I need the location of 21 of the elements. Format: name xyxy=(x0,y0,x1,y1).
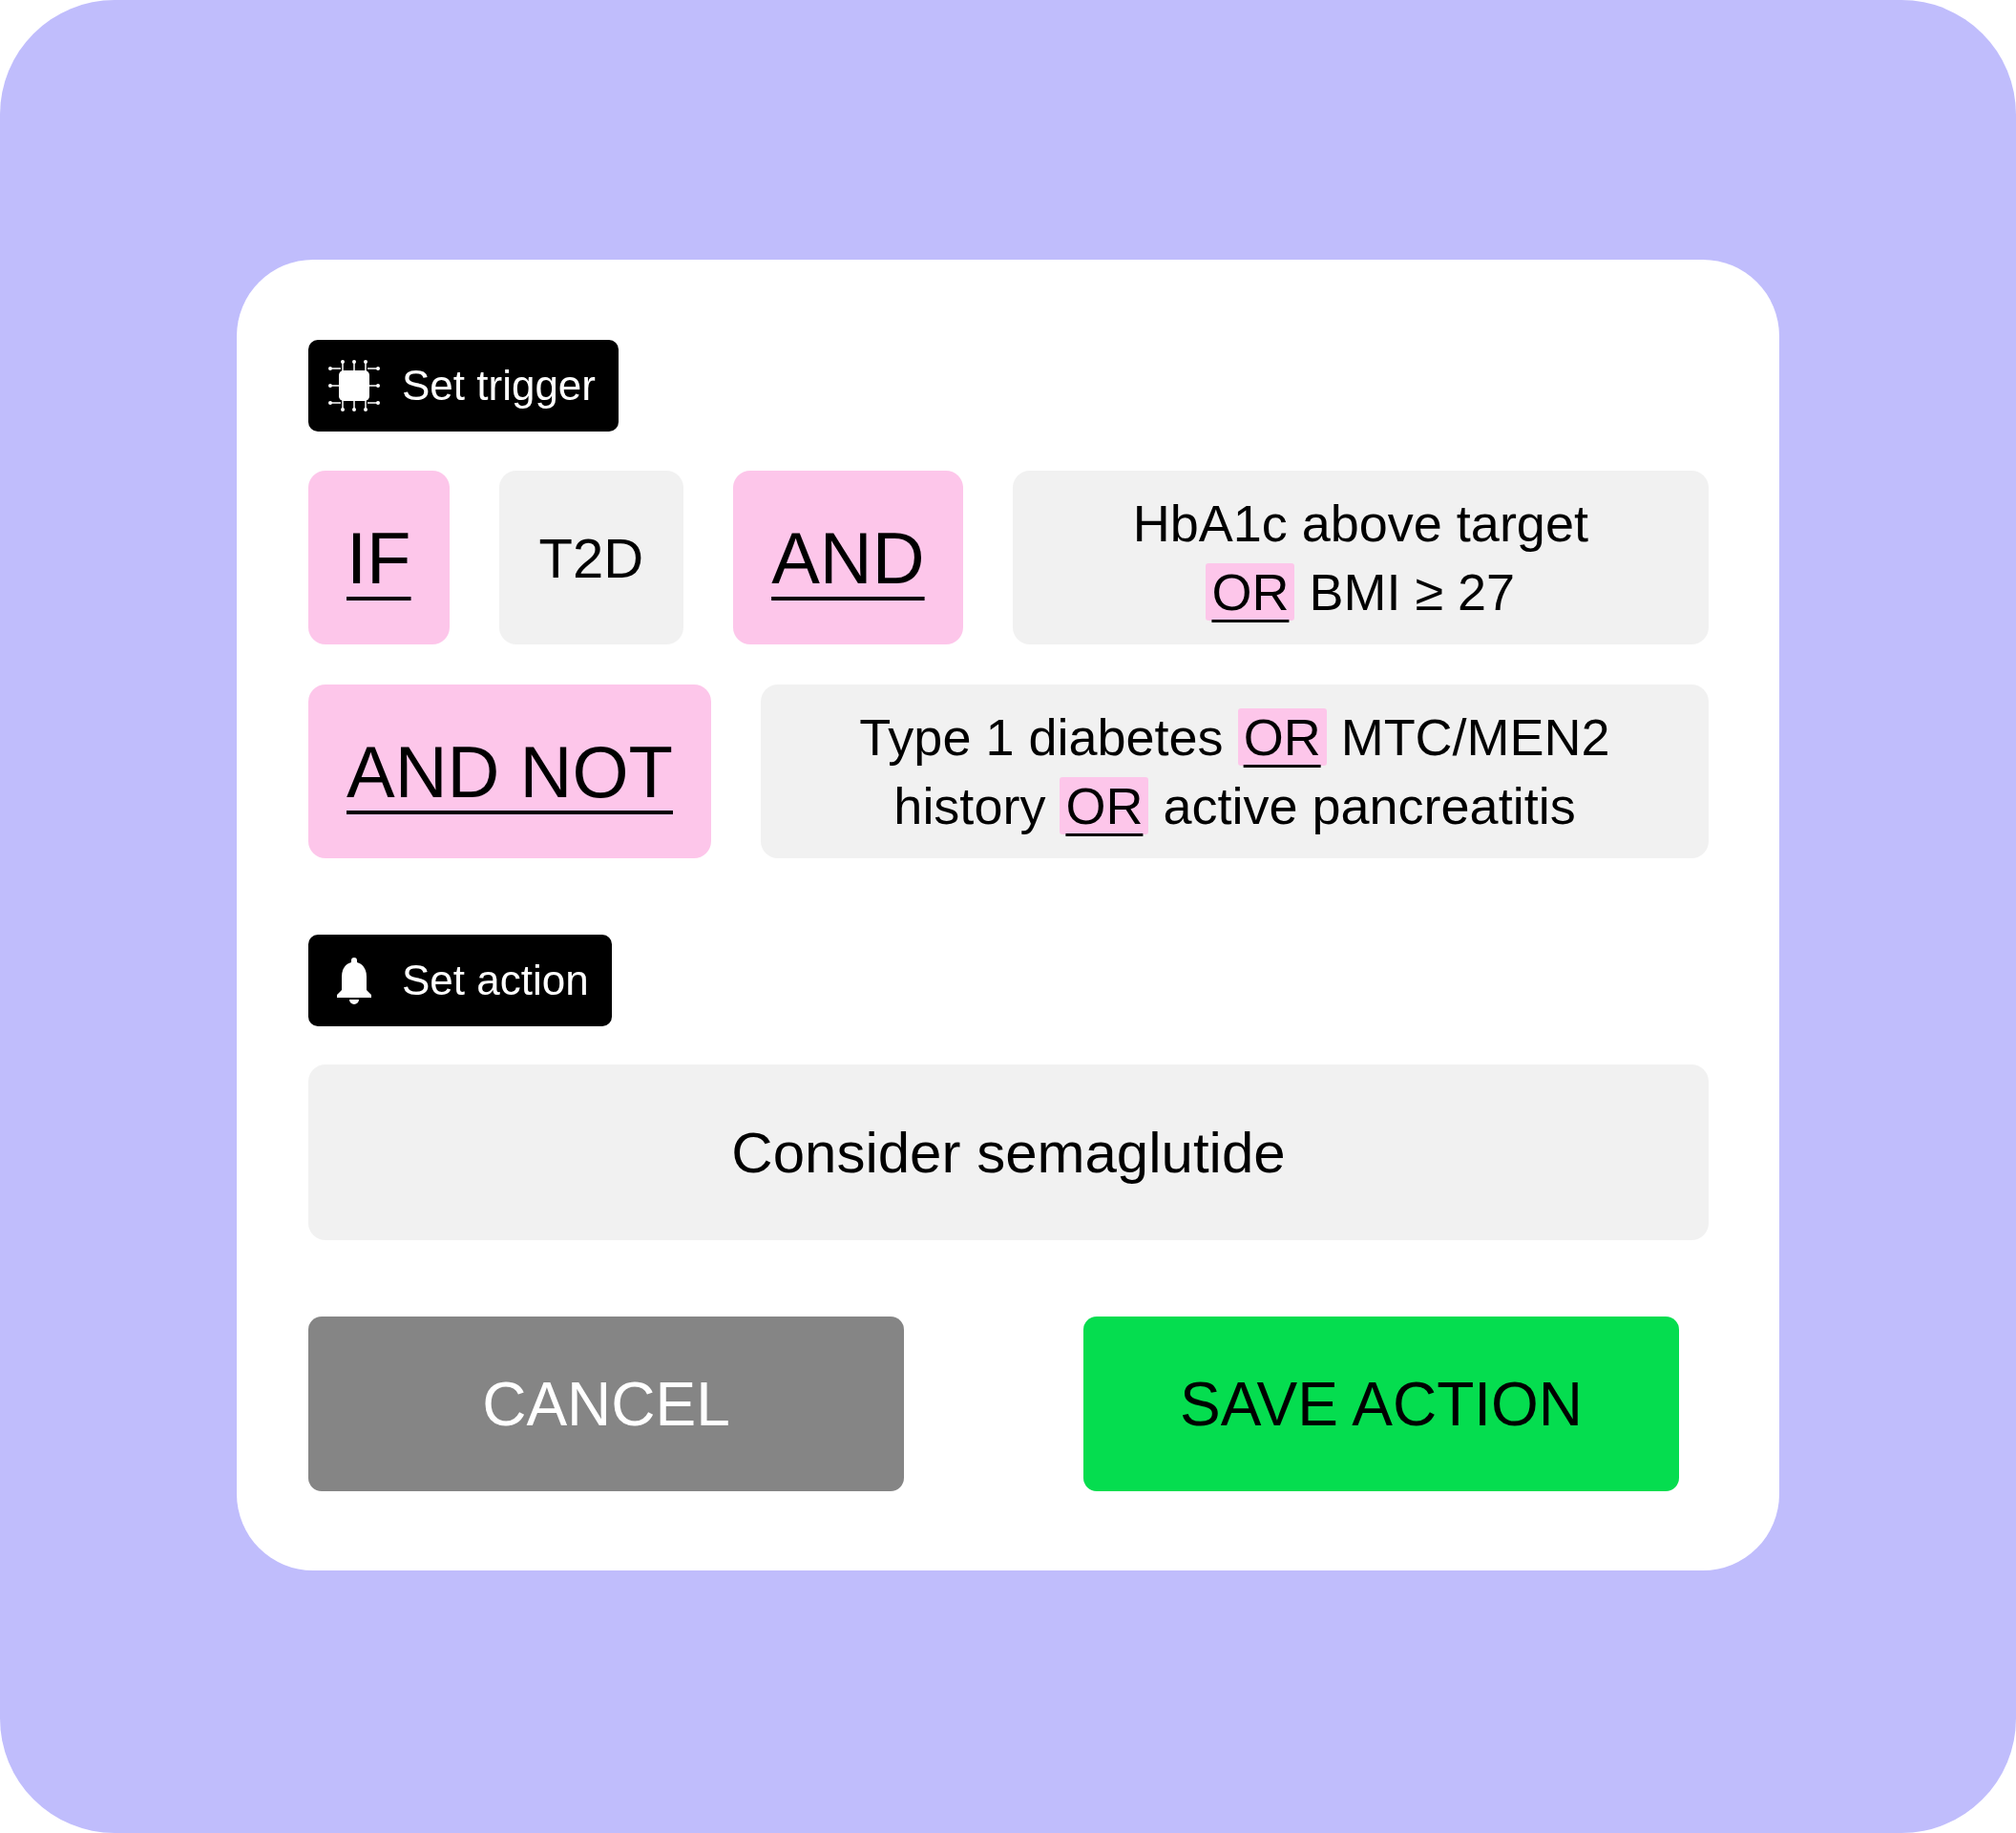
chip-icon xyxy=(326,357,383,414)
operator-tag: OR xyxy=(1237,708,1327,766)
condition-field[interactable]: HbA1c above target OR BMI ≥ 27 xyxy=(1012,471,1709,644)
trigger-label-text: Set trigger xyxy=(402,362,596,410)
action-label-text: Set action xyxy=(402,957,589,1004)
operator-tag[interactable]: AND xyxy=(733,471,963,644)
condition-text: history xyxy=(893,777,1046,834)
save-action-button[interactable]: SAVE ACTION xyxy=(1083,1317,1679,1491)
action-field[interactable]: Consider semaglutide xyxy=(308,1064,1709,1240)
condition-text: Type 1 diabetes xyxy=(859,708,1224,766)
cancel-button[interactable]: CANCEL xyxy=(308,1317,904,1491)
value-tag[interactable]: T2D xyxy=(498,471,684,644)
condition-text: BMI ≥ 27 xyxy=(1309,563,1516,621)
condition-text: active pancreatitis xyxy=(1163,777,1576,834)
operator-tag[interactable]: AND NOT xyxy=(308,685,711,858)
operator-tag: OR xyxy=(1206,563,1295,621)
operator-tag: OR xyxy=(1060,777,1149,834)
operator-tag[interactable]: IF xyxy=(308,471,450,644)
condition-field[interactable]: Type 1 diabetes OR MTC/MEN2 history OR active pancreatitis xyxy=(761,685,1709,858)
condition-text: MTC/MEN2 xyxy=(1340,708,1610,766)
condition-text: HbA1c above target xyxy=(1132,495,1588,552)
